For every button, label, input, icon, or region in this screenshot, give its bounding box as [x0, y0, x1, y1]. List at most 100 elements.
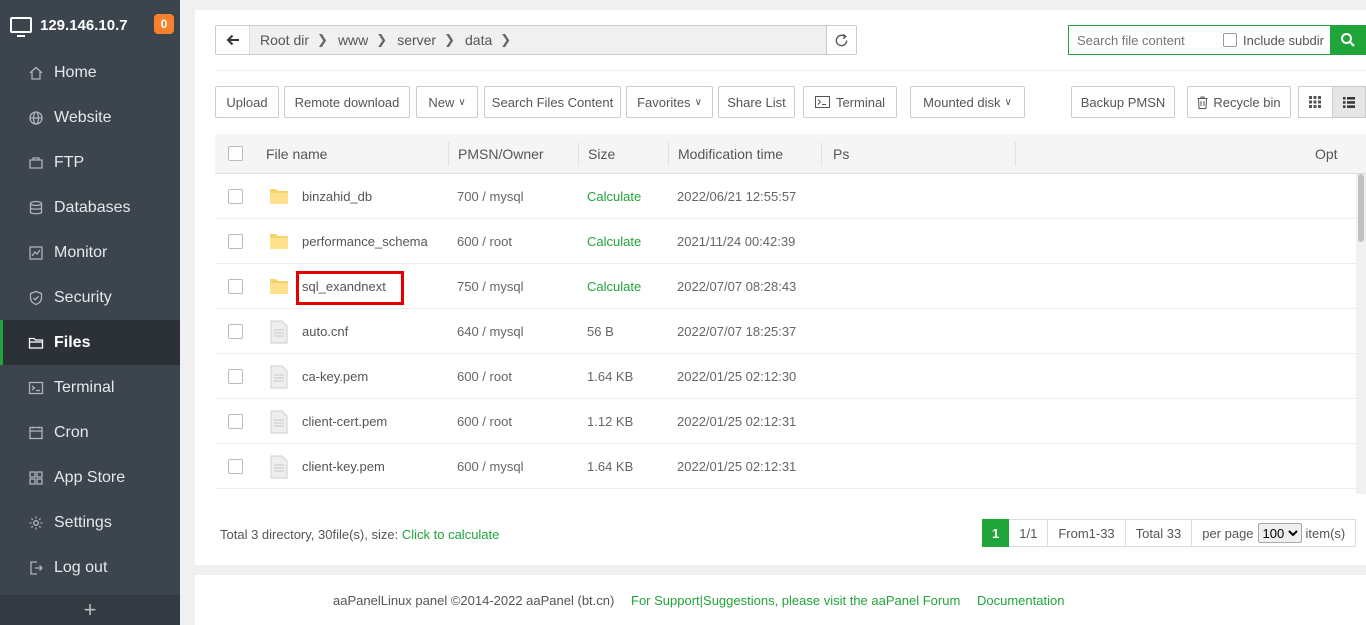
file-pmsn[interactable]: 600 / root — [457, 399, 512, 444]
monitor-icon — [27, 244, 45, 262]
file-name[interactable]: auto.cnf — [302, 309, 348, 354]
column-divider — [1015, 142, 1016, 166]
file-name[interactable]: binzahid_db — [302, 174, 372, 219]
row-checkbox[interactable] — [228, 369, 243, 384]
share-list-button[interactable]: Share List — [718, 86, 795, 118]
table-row[interactable]: sql_exandnext 750 / mysql Calculate 2022… — [215, 264, 1366, 309]
column-header-mtime[interactable]: Modification time — [678, 134, 783, 174]
page-range: From1-33 — [1048, 519, 1126, 547]
file-pmsn[interactable]: 750 / mysql — [457, 264, 523, 309]
per-page-select[interactable]: 100 — [1257, 523, 1302, 543]
row-checkbox[interactable] — [228, 324, 243, 339]
upload-button[interactable]: Upload — [215, 86, 279, 118]
menu-item-terminal[interactable]: Terminal — [0, 365, 180, 410]
table-scrollbar[interactable] — [1356, 174, 1366, 494]
support-link[interactable]: For Support|Suggestions, please visit th… — [631, 593, 960, 608]
grid-view-button[interactable] — [1299, 87, 1332, 117]
breadcrumb-item[interactable]: server — [397, 32, 436, 48]
table-row[interactable]: auto.cnf 640 / mysql 56 B 2022/07/07 18:… — [215, 309, 1366, 354]
column-header-ps: Ps — [833, 146, 850, 162]
search-button[interactable] — [1330, 25, 1366, 55]
file-size: 56 B — [587, 324, 614, 339]
file-size[interactable]: Calculate — [587, 219, 641, 264]
include-subdir-option[interactable]: Include subdir — [1223, 33, 1325, 48]
file-pmsn[interactable]: 700 / mysql — [457, 174, 523, 219]
page-count: 1/1 — [1009, 519, 1049, 547]
row-checkbox[interactable] — [228, 414, 243, 429]
notification-badge[interactable]: 0 — [154, 14, 174, 34]
row-checkbox[interactable] — [228, 234, 243, 249]
folder-icon — [270, 234, 288, 249]
breadcrumb-item[interactable]: Root dir — [260, 32, 309, 48]
table-row[interactable]: performance_schema 600 / root Calculate … — [215, 219, 1366, 264]
menu-item-settings[interactable]: Settings — [0, 500, 180, 545]
breadcrumb-item[interactable]: www — [338, 32, 368, 48]
recycle-bin-button[interactable]: Recycle bin — [1187, 86, 1291, 118]
menu-item-databases[interactable]: Databases — [0, 185, 180, 230]
file-pmsn[interactable]: 640 / mysql — [457, 309, 523, 354]
chevron-down-icon: ∨ — [1004, 96, 1012, 108]
table-row[interactable]: ca-key.pem 600 / root 1.64 KB 2022/01/25… — [215, 354, 1366, 399]
file-pmsn[interactable]: 600 / root — [457, 354, 512, 399]
menu-item-cron[interactable]: Cron — [0, 410, 180, 455]
table-row[interactable]: client-key.pem 600 / mysql 1.64 KB 2022/… — [215, 444, 1366, 489]
button-label: Recycle bin — [1213, 94, 1281, 110]
row-checkbox[interactable] — [228, 459, 243, 474]
column-header-pmsn[interactable]: PMSN/Owner — [458, 134, 544, 174]
menu-label: Home — [54, 63, 97, 81]
breadcrumb-item[interactable]: data — [465, 32, 492, 48]
database-icon — [27, 199, 45, 217]
file-size[interactable]: Calculate — [587, 174, 641, 219]
refresh-button[interactable] — [826, 26, 856, 54]
list-view-button[interactable] — [1331, 87, 1365, 117]
backup-pmsn-button[interactable]: Backup PMSN — [1071, 86, 1175, 118]
row-checkbox[interactable] — [228, 279, 243, 294]
search-files-content-button[interactable]: Search Files Content — [484, 86, 621, 118]
home-icon — [27, 64, 45, 82]
menu-item-app-store[interactable]: App Store — [0, 455, 180, 500]
include-subdir-checkbox[interactable] — [1223, 33, 1237, 47]
table-row[interactable]: client-cert.pem 600 / root 1.12 KB 2022/… — [215, 399, 1366, 444]
file-size[interactable]: Calculate — [587, 264, 641, 309]
row-checkbox[interactable] — [228, 189, 243, 204]
file-name[interactable]: performance_schema — [302, 219, 428, 264]
file-name[interactable]: ca-key.pem — [302, 354, 368, 399]
column-header-name[interactable]: File name — [266, 134, 327, 174]
column-header-size[interactable]: Size — [588, 134, 615, 174]
search-content-input[interactable] — [1069, 27, 1219, 53]
breadcrumb[interactable]: Root dir ❯ www ❯ server ❯ data ❯ — [250, 26, 826, 54]
back-button[interactable] — [216, 26, 250, 54]
favorites-dropdown-button[interactable]: Favorites ∨ — [626, 86, 713, 118]
menu-item-security[interactable]: Security — [0, 275, 180, 320]
file-name[interactable]: client-key.pem — [302, 444, 385, 489]
menu-label: Monitor — [54, 243, 108, 261]
documentation-link[interactable]: Documentation — [977, 593, 1064, 608]
add-button[interactable]: + — [0, 595, 180, 625]
mounted-disk-dropdown-button[interactable]: Mounted disk ∨ — [910, 86, 1025, 118]
table-row[interactable]: binzahid_db 700 / mysql Calculate 2022/0… — [215, 174, 1366, 219]
menu-item-files[interactable]: Files — [0, 320, 180, 365]
server-ip: 129.146.10.7 — [40, 16, 128, 34]
page-current[interactable]: 1 — [982, 519, 1010, 547]
menu-item-logout[interactable]: Log out — [0, 545, 180, 590]
menu-item-monitor[interactable]: Monitor — [0, 230, 180, 275]
file-name[interactable]: sql_exandnext — [302, 264, 386, 309]
select-all-checkbox[interactable] — [228, 146, 243, 161]
folder-icon — [270, 279, 288, 294]
file-pmsn[interactable]: 600 / root — [457, 219, 512, 264]
menu-label: Files — [54, 333, 91, 351]
scrollbar-thumb[interactable] — [1358, 174, 1364, 242]
terminal-button[interactable]: Terminal — [803, 86, 897, 118]
menu-label: Cron — [54, 423, 89, 441]
menu-item-website[interactable]: Website — [0, 95, 180, 140]
logout-icon — [27, 559, 45, 577]
file-pmsn[interactable]: 600 / mysql — [457, 444, 523, 489]
calculate-size-link[interactable]: Click to calculate — [402, 527, 500, 542]
file-name[interactable]: client-cert.pem — [302, 399, 387, 444]
menu-item-home[interactable]: Home — [0, 50, 180, 95]
menu-label: Log out — [54, 558, 108, 576]
menu-item-ftp[interactable]: FTP — [0, 140, 180, 185]
new-dropdown-button[interactable]: New ∨ — [416, 86, 478, 118]
remote-download-button[interactable]: Remote download — [284, 86, 410, 118]
column-divider — [668, 142, 669, 166]
